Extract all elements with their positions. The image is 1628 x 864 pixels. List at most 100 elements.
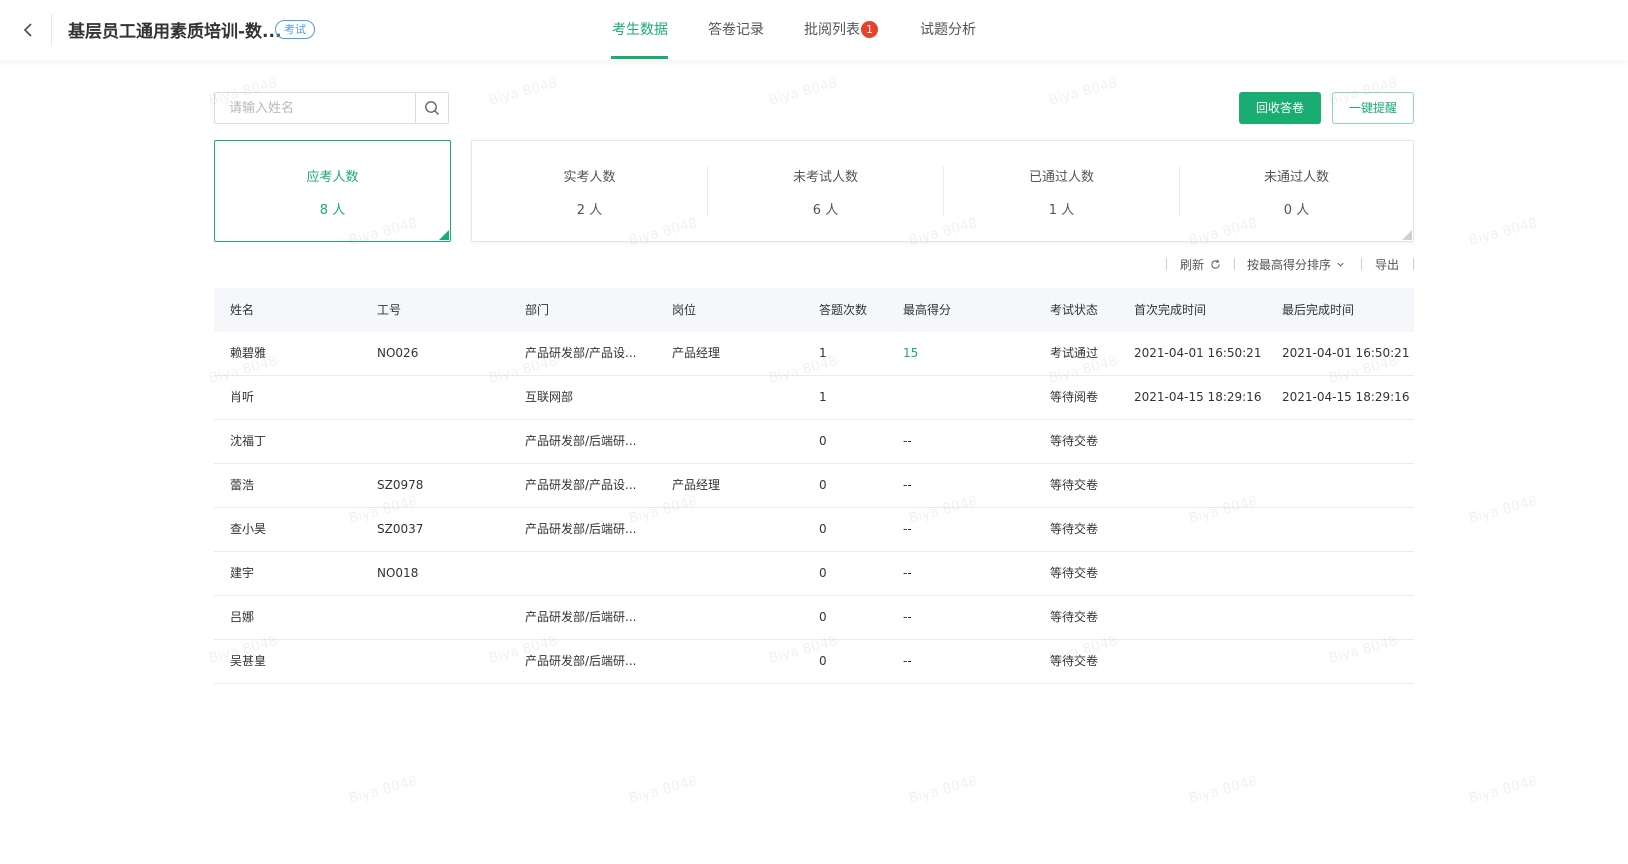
watermark: Biya 8048 [1187,773,1260,807]
table-row[interactable]: 肖听 互联网部 1 等待阅卷 2021-04-15 18:29:16 2021-… [214,376,1414,420]
cell-highest-score: -- [903,434,912,448]
export-button[interactable]: 导出 [1375,256,1399,273]
cell-highest-score: -- [903,610,912,624]
cell-employee-id: SZ0037 [377,522,424,536]
table-row[interactable]: 建宇 NO018 0 -- 等待交卷 [214,552,1414,596]
stat-value: 1 人 [1048,203,1075,218]
cell-exam-status: 等待交卷 [1050,610,1099,624]
name-search-input[interactable] [215,93,415,123]
stat-label: 应考人数 [306,170,359,185]
column-header-exam-status: 考试状态 [1050,303,1099,317]
table-row[interactable]: 沈福丁 产品研发部/后端研... 0 -- 等待交卷 [214,420,1414,464]
cell-highest-score: -- [903,522,912,536]
cell-last-completed: 2021-04-01 16:50:21 [1282,346,1410,360]
cell-department: 产品研发部/后端研... [525,522,637,536]
toolbar-divider [1234,258,1235,270]
watermark: Biya 8048 [627,773,700,807]
cell-exam-status: 等待交卷 [1050,522,1099,536]
top-header: 基层员工通用素质培训-数... 考试 考生数据 答卷记录 批阅列表 1 试题分析 [0,0,1628,60]
cell-employee-id: NO026 [377,346,419,360]
cell-position: 产品经理 [672,478,721,492]
cell-department: 产品研发部/后端研... [525,610,637,624]
refresh-button[interactable]: 刷新 [1180,256,1221,273]
cell-employee-id: SZ0978 [377,478,424,492]
remind-all-button[interactable]: 一键提醒 [1332,92,1414,124]
stat-not-taken[interactable]: 未考试人数 6 人 [708,141,943,241]
cell-highest-score: -- [903,654,912,668]
tab-question-analysis[interactable]: 试题分析 [920,0,976,60]
tab-review-list[interactable]: 批阅列表 1 [804,0,878,60]
cell-attempts: 0 [819,478,827,492]
cell-attempts: 0 [819,566,827,580]
stat-card-expected[interactable]: 应考人数 8 人 [214,140,451,242]
cell-department: 产品研发部/产品设... [525,478,637,492]
cell-position: 产品经理 [672,346,721,360]
cell-department: 互联网部 [525,390,574,404]
cell-attempts: 1 [819,390,827,404]
watermark: Biya 8048 [1467,493,1540,527]
stat-actual[interactable]: 实考人数 2 人 [472,141,707,241]
watermark: Biya 8048 [1467,773,1540,807]
watermark: Biya 8048 [1047,75,1120,109]
chevron-left-icon [23,23,32,37]
table-row[interactable]: 蕾浩 SZ0978 产品研发部/产品设... 产品经理 0 -- 等待交卷 [214,464,1414,508]
stat-value: 0 人 [1283,203,1310,218]
cell-name: 沈福丁 [230,434,267,448]
watermark: Biya 8048 [767,75,840,109]
table-row[interactable]: 赖碧雅 NO026 产品研发部/产品设... 产品经理 1 15 考试通过 20… [214,332,1414,376]
column-header-attempts: 答题次数 [819,303,868,317]
column-header-employee-id: 工号 [377,303,402,317]
table-row[interactable]: 查小昊 SZ0037 产品研发部/后端研... 0 -- 等待交卷 [214,508,1414,552]
tab-answer-records[interactable]: 答卷记录 [708,0,764,60]
column-header-last-completed: 最后完成时间 [1282,303,1355,317]
chevron-down-icon [1337,262,1344,267]
recall-answers-button[interactable]: 回收答卷 [1239,92,1321,124]
cell-exam-status: 等待交卷 [1050,566,1099,580]
table-row[interactable]: 吴甚皇 产品研发部/后端研... 0 -- 等待交卷 [214,640,1414,684]
cell-name: 蕾浩 [230,478,255,492]
toolbar-divider [1166,258,1167,270]
cell-first-completed: 2021-04-15 18:29:16 [1134,390,1262,404]
watermark: Biya 8048 [1467,215,1540,249]
cell-exam-status: 等待交卷 [1050,434,1099,448]
cell-highest-score: 15 [903,346,919,360]
table-toolbar: 刷新 按最高得分排序 导出 [1166,256,1414,272]
sort-label: 按最高得分排序 [1247,258,1332,272]
search-button[interactable] [415,93,448,123]
stat-card-group: 实考人数 2 人 未考试人数 6 人 已通过人数 1 人 未通过人数 0 人 [471,140,1414,242]
cell-exam-status: 等待交卷 [1050,478,1099,492]
cell-department: 产品研发部/产品设... [525,346,637,360]
corner-indicator [1402,230,1412,240]
toolbar-divider [1361,258,1362,270]
cell-highest-score: -- [903,478,912,492]
stat-expected: 应考人数 8 人 [215,141,450,241]
cell-name: 吴甚皇 [230,654,267,668]
cell-exam-status: 等待交卷 [1050,654,1099,668]
cell-department: 产品研发部/后端研... [525,654,637,668]
cell-department: 产品研发部/后端研... [525,434,637,448]
tab-review-list-label: 批阅列表 [804,22,860,38]
search-box [214,92,449,124]
back-button[interactable] [14,16,42,44]
column-header-position: 岗位 [672,303,697,317]
stat-label: 未通过人数 [1263,170,1329,185]
stat-passed[interactable]: 已通过人数 1 人 [944,141,1179,241]
page-title: 基层员工通用素质培训-数... [68,22,282,42]
stat-label: 未考试人数 [792,170,858,185]
stat-failed[interactable]: 未通过人数 0 人 [1180,141,1413,241]
active-tab-indicator [611,56,668,59]
refresh-label: 刷新 [1180,258,1205,272]
tab-examinee-data[interactable]: 考生数据 [612,0,668,60]
cell-last-completed: 2021-04-15 18:29:16 [1282,390,1410,404]
header-divider [51,14,52,46]
cell-attempts: 0 [819,654,827,668]
stat-value: 2 人 [576,203,603,218]
table-row[interactable]: 吕娜 产品研发部/后端研... 0 -- 等待交卷 [214,596,1414,640]
sort-dropdown[interactable]: 按最高得分排序 [1247,256,1345,273]
stat-label: 已通过人数 [1028,170,1094,185]
examinee-table: 姓名 工号 部门 岗位 答题次数 最高得分 考试状态 首次完成时间 最后完成时间… [214,288,1414,684]
watermark: Biya 8048 [487,75,560,109]
cell-first-completed: 2021-04-01 16:50:21 [1134,346,1262,360]
cell-attempts: 0 [819,610,827,624]
stat-value: 6 人 [812,203,839,218]
